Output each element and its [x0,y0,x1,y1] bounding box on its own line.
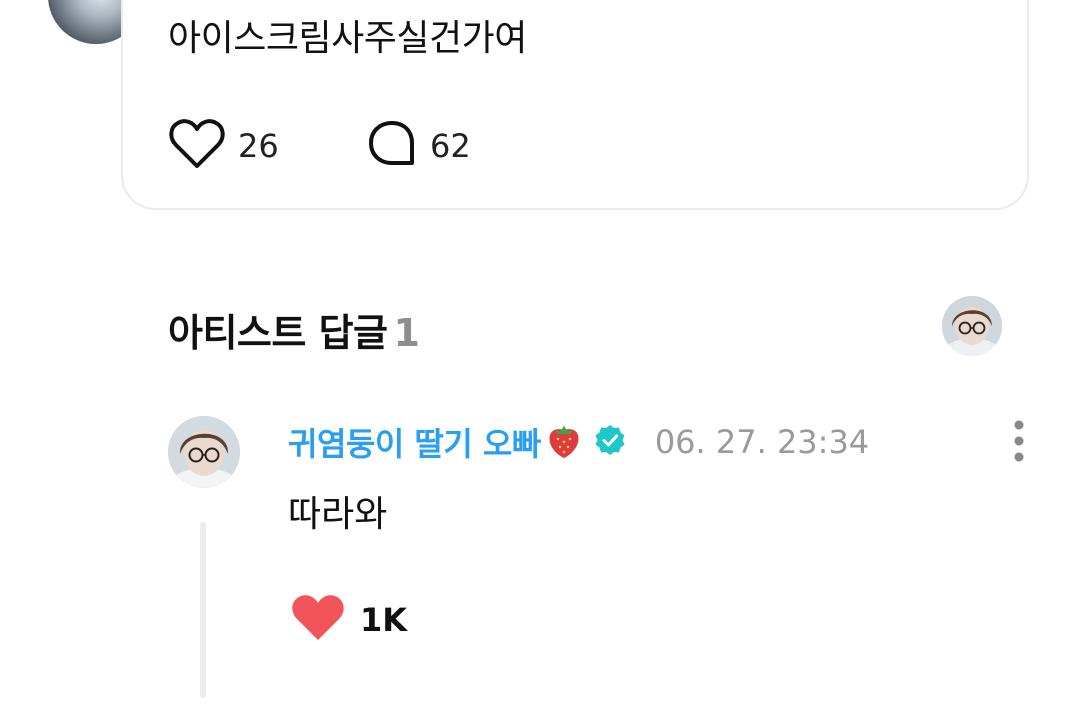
reply-author-avatar[interactable] [168,416,240,488]
more-options-button[interactable] [1010,420,1028,462]
strawberry-emoji-icon [545,420,583,464]
reply-like-count: 1K [360,601,408,639]
artist-replies-label: 아티스트 답글 [168,311,388,355]
thread-line [200,522,206,698]
parent-like-button[interactable]: 26 [168,118,279,174]
heart-filled-icon [290,593,346,647]
reply-timestamp: 06. 27. 23:34 [654,423,870,461]
more-vertical-icon [1010,420,1028,466]
reply-author-name[interactable]: 귀염둥이 딸기 오빠 [288,419,541,465]
parent-reply-button[interactable]: 62 [366,118,471,174]
parent-comment-text: 아이스크림사주실건가여 [168,18,527,59]
reply-text: 따라와 [288,494,388,535]
reply-header: 귀염둥이 딸기 오빠 06. 27. 23:34 [288,420,869,464]
reply-like-button[interactable]: 1K [290,592,407,648]
artist-replies-title: 아티스트 답글 1 [168,302,420,357]
comment-thread-view: 아이스크림사주실건가여 26 62 아티스트 답글 1 귀염둥이 딸기 오빠 0… [0,0,1080,708]
artist-replies-count: 1 [393,311,420,355]
parent-reply-count: 62 [430,127,471,165]
heart-outline-icon [168,118,226,174]
verified-badge-icon [593,423,627,461]
artist-avatar-small[interactable] [942,296,1002,356]
speech-bubble-icon [366,118,418,174]
parent-like-count: 26 [238,127,279,165]
